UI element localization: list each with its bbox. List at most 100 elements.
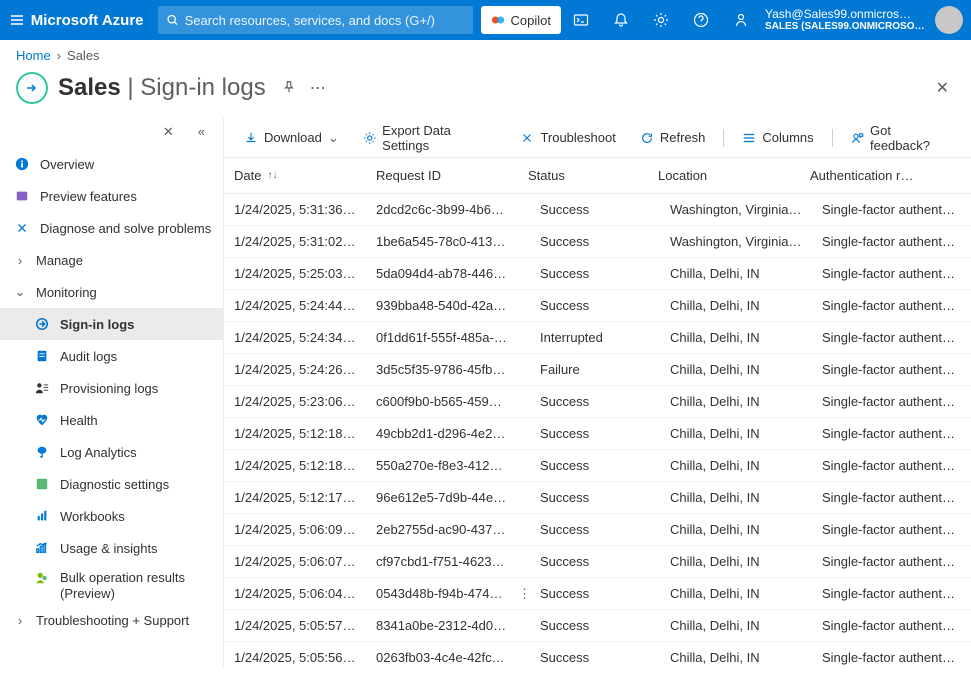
breadcrumb-home[interactable]: Home bbox=[16, 48, 51, 63]
sidebar-item-audit-logs[interactable]: Audit logs bbox=[0, 340, 223, 372]
chevron-right-icon: › bbox=[57, 48, 61, 63]
global-search[interactable] bbox=[158, 6, 473, 34]
sidebar-item-preview[interactable]: Preview features bbox=[0, 180, 223, 212]
chevron-right-icon: › bbox=[14, 613, 26, 628]
cell-location: Chilla, Delhi, IN bbox=[660, 426, 812, 441]
table-row[interactable]: 1/24/2025, 5:31:02 PM1be6a545-78c0-413…S… bbox=[224, 226, 971, 258]
sidebar-item-workbooks[interactable]: Workbooks bbox=[0, 500, 223, 532]
content-area: Download ⌄ Export Data Settings Troubles… bbox=[224, 118, 971, 669]
table-row[interactable]: 1/24/2025, 5:24:26 PM3d5c5f35-9786-45fb…… bbox=[224, 354, 971, 386]
cell-request: 0543d48b-f94b-474… bbox=[366, 586, 518, 601]
page-title-row: Sales | Sign-in logs ⋯ ✕ bbox=[0, 70, 971, 118]
sidebar-item-provisioning[interactable]: Provisioning logs bbox=[0, 372, 223, 404]
copilot-label: Copilot bbox=[511, 13, 551, 28]
more-icon[interactable]: ⋯ bbox=[310, 78, 328, 98]
col-header-auth[interactable]: Authentication r… bbox=[800, 168, 971, 183]
sidebar-item-usage[interactable]: Usage & insights bbox=[0, 532, 223, 564]
resource-icon bbox=[16, 72, 48, 104]
settings-icon[interactable] bbox=[641, 0, 681, 40]
search-input[interactable] bbox=[185, 13, 465, 28]
table-row[interactable]: 1/24/2025, 5:12:17 PM96e612e5-7d9b-44e…S… bbox=[224, 482, 971, 514]
table-row[interactable]: 1/24/2025, 5:12:18 PM49cbb2d1-d296-4e2…S… bbox=[224, 418, 971, 450]
table-row[interactable]: 1/24/2025, 5:23:06 PMc600f9b0-b565-4597…… bbox=[224, 386, 971, 418]
columns-button[interactable]: Columns bbox=[732, 123, 823, 153]
diagsettings-icon bbox=[34, 476, 50, 492]
search-icon bbox=[166, 13, 179, 27]
menu-icon[interactable] bbox=[8, 12, 27, 28]
pin-icon[interactable] bbox=[282, 80, 296, 97]
notifications-icon[interactable] bbox=[601, 0, 641, 40]
cell-location: Chilla, Delhi, IN bbox=[660, 266, 812, 281]
sidebar-close-icon[interactable]: ✕ bbox=[163, 124, 174, 140]
feedback-button[interactable]: Got feedback? bbox=[841, 123, 961, 153]
cell-date: 1/24/2025, 5:31:36 PM bbox=[224, 202, 366, 217]
table-row[interactable]: 1/24/2025, 5:31:36 PM2dcd2c6c-3b99-4b6…S… bbox=[224, 194, 971, 226]
top-bar: Microsoft Azure Copilot Yash@Sales99.onm… bbox=[0, 0, 971, 40]
sidebar: ✕ « Overview Preview features Diagnose a… bbox=[0, 118, 224, 669]
cell-status: Success bbox=[530, 490, 660, 505]
feedback-icon[interactable] bbox=[721, 0, 761, 40]
table-row[interactable]: 1/24/2025, 5:06:04 PM0543d48b-f94b-474…⋮… bbox=[224, 578, 971, 610]
table-row[interactable]: 1/24/2025, 5:24:34 PM0f1dd61f-555f-485a-… bbox=[224, 322, 971, 354]
cell-date: 1/24/2025, 5:24:34 PM bbox=[224, 330, 366, 345]
cell-status: Success bbox=[530, 298, 660, 313]
download-button[interactable]: Download ⌄ bbox=[234, 123, 349, 153]
help-icon[interactable] bbox=[681, 0, 721, 40]
loganalytics-icon bbox=[34, 444, 50, 460]
sidebar-item-signin-logs[interactable]: Sign-in logs bbox=[0, 308, 223, 340]
sidebar-item-label: Overview bbox=[40, 157, 94, 172]
sidebar-item-diagnose[interactable]: Diagnose and solve problems bbox=[0, 212, 223, 244]
sidebar-section-monitoring[interactable]: ⌄ Monitoring bbox=[0, 276, 223, 308]
sidebar-item-label: Audit logs bbox=[60, 349, 117, 364]
export-button[interactable]: Export Data Settings bbox=[353, 123, 507, 153]
avatar[interactable] bbox=[935, 6, 963, 34]
cell-date: 1/24/2025, 5:12:18 PM bbox=[224, 458, 366, 473]
table-row[interactable]: 1/24/2025, 5:25:03 PM5da094d4-ab78-446…S… bbox=[224, 258, 971, 290]
cloud-shell-icon[interactable] bbox=[561, 0, 601, 40]
cell-auth: Single-factor authent… bbox=[812, 490, 971, 505]
cell-auth: Single-factor authent… bbox=[812, 522, 971, 537]
sidebar-item-bulk[interactable]: Bulk operation results (Preview) bbox=[0, 564, 223, 604]
table-row[interactable]: 1/24/2025, 5:05:57 PM8341a0be-2312-4d0…S… bbox=[224, 610, 971, 642]
cell-location: Chilla, Delhi, IN bbox=[660, 554, 812, 569]
sidebar-section-troubleshoot[interactable]: › Troubleshooting + Support bbox=[0, 604, 223, 636]
col-header-location[interactable]: Location bbox=[648, 168, 800, 183]
table-row[interactable]: 1/24/2025, 5:12:18 PM550a270e-f8e3-4125…… bbox=[224, 450, 971, 482]
sidebar-item-label: Usage & insights bbox=[60, 541, 158, 556]
cell-location: Chilla, Delhi, IN bbox=[660, 618, 812, 633]
sidebar-item-overview[interactable]: Overview bbox=[0, 148, 223, 180]
export-label: Export Data Settings bbox=[382, 123, 496, 153]
cell-request: 2dcd2c6c-3b99-4b6… bbox=[366, 202, 518, 217]
troubleshoot-button[interactable]: Troubleshoot bbox=[510, 123, 625, 153]
refresh-button[interactable]: Refresh bbox=[630, 123, 716, 153]
cell-location: Chilla, Delhi, IN bbox=[660, 586, 812, 601]
table-row[interactable]: 1/24/2025, 5:06:07 PMcf97cbd1-f751-4623-… bbox=[224, 546, 971, 578]
cell-auth: Single-factor authent… bbox=[812, 618, 971, 633]
brand-label[interactable]: Microsoft Azure bbox=[27, 12, 158, 29]
cell-location: Chilla, Delhi, IN bbox=[660, 522, 812, 537]
cell-auth: Single-factor authent… bbox=[812, 266, 971, 281]
table-row[interactable]: 1/24/2025, 5:05:56 PM0263fb03-4c4e-42fc-… bbox=[224, 642, 971, 669]
col-header-request[interactable]: Request ID bbox=[366, 168, 518, 183]
sidebar-section-manage[interactable]: › Manage bbox=[0, 244, 223, 276]
sidebar-item-label: Sign-in logs bbox=[60, 317, 134, 332]
cell-location: Chilla, Delhi, IN bbox=[660, 394, 812, 409]
cell-request: 0263fb03-4c4e-42fc-… bbox=[366, 650, 518, 665]
col-header-date[interactable]: Date↑↓ bbox=[224, 168, 366, 183]
chevron-down-icon: ⌄ bbox=[14, 284, 26, 300]
cell-request: 1be6a545-78c0-413… bbox=[366, 234, 518, 249]
close-icon[interactable]: ✕ bbox=[936, 78, 955, 98]
cell-auth: Single-factor authent… bbox=[812, 554, 971, 569]
table-row[interactable]: 1/24/2025, 5:06:09 PM2eb2755d-ac90-437…S… bbox=[224, 514, 971, 546]
workbooks-icon bbox=[34, 508, 50, 524]
signin-logs-icon bbox=[34, 316, 50, 332]
copilot-button[interactable]: Copilot bbox=[481, 6, 561, 34]
sidebar-item-loganalytics[interactable]: Log Analytics bbox=[0, 436, 223, 468]
user-info[interactable]: Yash@Sales99.onmicros… SALES (SALES99.ON… bbox=[761, 7, 931, 33]
cell-request: 49cbb2d1-d296-4e2… bbox=[366, 426, 518, 441]
sidebar-item-diagsettings[interactable]: Diagnostic settings bbox=[0, 468, 223, 500]
table-row[interactable]: 1/24/2025, 5:24:44 PM939bba48-540d-42af…… bbox=[224, 290, 971, 322]
sidebar-item-health[interactable]: Health bbox=[0, 404, 223, 436]
sidebar-collapse-icon[interactable]: « bbox=[198, 124, 205, 140]
col-header-status[interactable]: Status bbox=[518, 168, 648, 183]
